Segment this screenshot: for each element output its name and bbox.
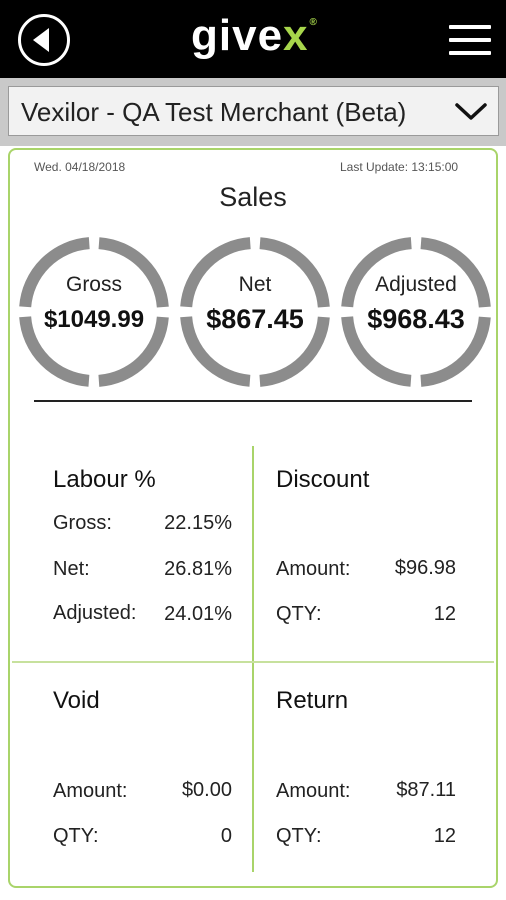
quadrant-vertical-divider	[252, 446, 254, 872]
last-update: Last Update: 13:15:00	[340, 160, 459, 174]
labour-adjusted-value: 24.01%	[164, 603, 232, 625]
logo-registered-mark: ®	[309, 17, 318, 28]
return-amount-value: $87.11	[396, 779, 456, 801]
net-sales-ring: Net $867.45	[179, 236, 331, 388]
labour-net-label: Net:	[53, 558, 90, 580]
section-divider	[34, 400, 472, 402]
labour-gross-label: Gross:	[53, 512, 112, 534]
discount-amount-value: $96.98	[394, 557, 456, 579]
hamburger-menu-icon[interactable]	[449, 25, 491, 55]
net-value: $867.45	[206, 304, 304, 334]
return-qty-label: QTY:	[276, 825, 322, 847]
labour-gross-value: 22.15%	[164, 512, 232, 534]
report-date: Wed. 04/18/2018	[34, 160, 126, 174]
logo-text: give	[191, 11, 284, 60]
sales-title: Sales	[219, 182, 287, 212]
void-qty-label: QTY:	[53, 825, 99, 847]
labour-adjusted-label: Adjusted:	[53, 602, 137, 624]
discount-amount-label: Amount:	[276, 558, 351, 580]
void-amount-label: Amount:	[53, 780, 128, 802]
gross-sales-ring: Gross $1049.99	[18, 236, 170, 388]
void-amount-value: $0.00	[181, 779, 232, 801]
return-amount-label: Amount:	[276, 780, 351, 802]
discount-title: Discount	[276, 466, 370, 493]
back-button[interactable]	[18, 14, 70, 66]
void-qty-value: 0	[220, 825, 232, 847]
discount-qty-label: QTY:	[276, 603, 322, 625]
menu-bar	[449, 25, 491, 29]
adjusted-label: Adjusted	[375, 273, 457, 296]
labour-title: Labour %	[53, 466, 156, 493]
menu-bar	[449, 38, 491, 42]
gross-value: $1049.99	[43, 306, 145, 333]
logo-accent: x	[283, 11, 309, 60]
menu-bar	[449, 51, 491, 55]
merchant-dropdown[interactable]: Vexilor - QA Test Merchant (Beta)	[8, 86, 499, 136]
void-title: Void	[53, 687, 100, 714]
quadrant-horizontal-divider	[12, 661, 494, 663]
return-title: Return	[276, 687, 349, 714]
return-qty-value: 12	[433, 825, 456, 847]
discount-qty-value: 12	[433, 603, 456, 625]
chevron-down-icon	[455, 103, 487, 120]
net-label: Net	[238, 273, 272, 296]
adjusted-sales-ring: Adjusted $968.43	[340, 236, 492, 388]
merchant-dropdown-label: Vexilor - QA Test Merchant (Beta)	[21, 97, 407, 127]
gross-label: Gross	[65, 273, 122, 296]
back-arrow-icon	[33, 28, 49, 52]
givex-logo: givex®	[191, 11, 317, 61]
adjusted-value: $968.43	[367, 304, 465, 334]
labour-net-value: 26.81%	[164, 558, 232, 580]
